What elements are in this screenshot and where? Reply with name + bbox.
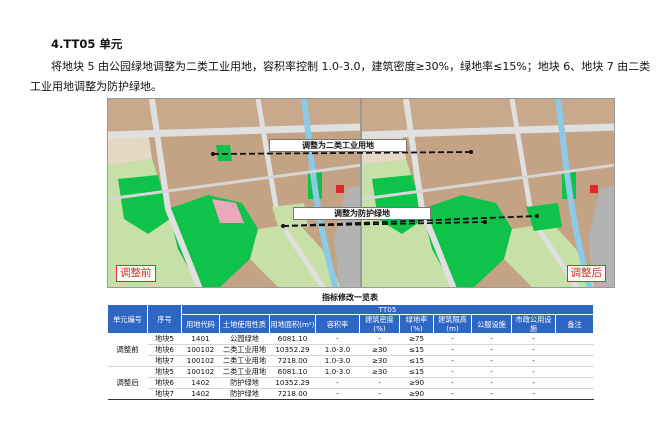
cell-parcel: 地块5: [147, 333, 182, 345]
cell-municipal-facilities: -: [511, 388, 556, 400]
indicator-table: 单元编号 序号 TT05 用地代码 土地使用性质 用地面积(m²) 容积率 建筑…: [107, 304, 595, 400]
cell-remarks: [555, 333, 594, 345]
header-municipal-facilities: 市政公用设施: [511, 314, 556, 334]
header-land-use: 土地使用性质: [219, 314, 270, 334]
cell-remarks: [555, 366, 594, 378]
cell-public-facilities: -: [471, 377, 512, 389]
cell-public-facilities: -: [471, 355, 512, 367]
cell-height-limit: -: [433, 355, 472, 367]
cell-coverage: ≥30: [359, 344, 400, 356]
cell-land-use: 二类工业用地: [219, 366, 270, 378]
cell-height-limit: -: [433, 388, 472, 400]
cell-far: 1.0-3.0: [315, 344, 360, 356]
cell-far: 1.0-3.0: [315, 355, 360, 367]
cell-remarks: [555, 377, 594, 389]
cell-parcel: 地块7: [147, 388, 182, 400]
cell-coverage: ≥30: [359, 366, 400, 378]
header-land-code: 用地代码: [181, 314, 220, 334]
map-before: 调整前: [107, 98, 361, 288]
cell-far: 1.0-3.0: [315, 366, 360, 378]
header-land-area: 用地面积(m²): [269, 314, 316, 334]
cell-parcel: 地块6: [147, 377, 182, 389]
cell-land-use: 防护绿地: [219, 388, 270, 400]
map-after-drawing: [362, 99, 614, 287]
cell-land-use: 防护绿地: [219, 377, 270, 389]
table-row: 地块7 1402 防护绿地 7218.00 - - ≥90 - - -: [108, 388, 594, 400]
cell-public-facilities: -: [471, 366, 512, 378]
cell-far: -: [315, 388, 360, 400]
cell-green-ratio: ≤15: [399, 344, 434, 356]
table-row: 地块7 100102 二类工业用地 7218.00 1.0-3.0 ≥30 ≤1…: [108, 355, 594, 367]
cell-coverage: -: [359, 333, 400, 345]
cell-land-code: 100102: [181, 366, 220, 378]
table-row: 地块6 100102 二类工业用地 10352.29 1.0-3.0 ≥30 ≤…: [108, 344, 594, 356]
cell-parcel: 地块6: [147, 344, 182, 356]
table-row: 地块6 1402 防护绿地 10352.29 - - ≥90 - - -: [108, 377, 594, 389]
cell-green-ratio: ≥90: [399, 388, 434, 400]
cell-parcel: 地块5: [147, 366, 182, 378]
header-public-facilities: 公服设施: [471, 314, 512, 334]
cell-remarks: [555, 388, 594, 400]
cell-public-facilities: -: [471, 333, 512, 345]
cell-height-limit: -: [433, 344, 472, 356]
cell-land-area: 6081.10: [269, 333, 316, 345]
cell-municipal-facilities: -: [511, 355, 556, 367]
map-after-label: 调整后: [566, 265, 606, 282]
cell-land-code: 1402: [181, 388, 220, 400]
cell-municipal-facilities: -: [511, 333, 556, 345]
cell-height-limit: -: [433, 333, 472, 345]
table-row: 调整后 地块5 100102 二类工业用地 6081.10 1.0-3.0 ≥3…: [107, 366, 594, 400]
cell-height-limit: -: [433, 377, 472, 389]
cell-land-area: 10352.29: [269, 344, 316, 356]
cell-municipal-facilities: -: [511, 344, 556, 356]
cell-land-area: 7218.00: [269, 355, 316, 367]
cell-public-facilities: -: [471, 388, 512, 400]
group-label-after: 调整后: [107, 366, 148, 400]
table-row: 调整前 地块5 1401 公园绿地 6081.10 - - ≥75 - - -: [107, 333, 594, 367]
cell-municipal-facilities: -: [511, 377, 556, 389]
section-heading: 4.TT05 单元: [51, 37, 123, 51]
header-unit-no: 单元编号: [107, 304, 148, 334]
cell-public-facilities: -: [471, 344, 512, 356]
cell-far: -: [315, 377, 360, 389]
header-remarks: 备注: [554, 314, 595, 334]
cell-land-code: 1402: [181, 377, 220, 389]
cell-green-ratio: ≥75: [399, 333, 434, 345]
adjustment-description: 将地块 5 由公园绿地调整为二类工业用地，容积率控制 1.0-3.0，建筑密度≥…: [30, 60, 651, 93]
cell-land-code: 100102: [181, 344, 220, 356]
table-header-row-1: 单元编号 序号 TT05: [107, 304, 595, 334]
cell-height-limit: -: [433, 366, 472, 378]
cell-land-use: 二类工业用地: [219, 344, 270, 356]
map-after: 调整后: [361, 98, 615, 288]
cell-green-ratio: ≥90: [399, 377, 434, 389]
header-far: 容积率: [315, 314, 360, 334]
cell-green-ratio: ≤15: [399, 355, 434, 367]
cell-municipal-facilities: -: [511, 366, 556, 378]
cell-land-area: 10352.29: [269, 377, 316, 389]
table-title: 指标修改一览表: [322, 293, 378, 302]
cell-coverage: -: [359, 388, 400, 400]
cell-far: -: [315, 333, 360, 345]
header-height-limit: 建筑限高(m): [433, 314, 472, 334]
header-unit-group: TT05: [180, 304, 595, 315]
header-coverage: 建筑密度(%): [359, 314, 400, 334]
map-before-label: 调整前: [116, 265, 156, 282]
header-green-ratio: 绿地率(%): [399, 314, 434, 334]
cell-land-use: 二类工业用地: [219, 355, 270, 367]
cell-land-code: 1401: [181, 333, 220, 345]
cell-land-area: 7218.00: [269, 388, 316, 400]
map-before-drawing: [108, 99, 360, 287]
cell-remarks: [555, 355, 594, 367]
cell-land-area: 6081.10: [269, 366, 316, 378]
cell-parcel: 地块7: [147, 355, 182, 367]
cell-land-use: 公园绿地: [219, 333, 270, 345]
cell-land-code: 100102: [181, 355, 220, 367]
header-seq: 序号: [147, 304, 182, 334]
cell-coverage: ≥30: [359, 355, 400, 367]
cell-coverage: -: [359, 377, 400, 389]
cell-green-ratio: ≤15: [399, 366, 434, 378]
group-label-before: 调整前: [107, 333, 148, 367]
cell-remarks: [555, 344, 594, 356]
